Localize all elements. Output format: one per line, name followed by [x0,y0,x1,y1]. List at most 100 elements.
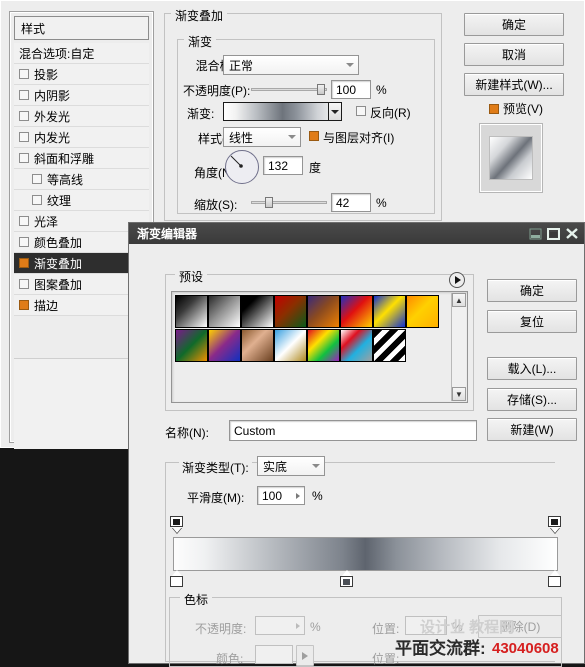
presets-scrollbar[interactable]: ▲ ▼ [451,293,466,401]
watermark-number: 43040608 [492,640,559,657]
preset-swatch-transparent-stripes[interactable] [373,329,406,362]
blend-mode-select[interactable]: 正常 [223,55,359,75]
opacity-slider-thumb[interactable] [317,84,325,95]
preview-thumbnail [489,136,533,180]
preset-swatch-blue-yellow-blue[interactable] [373,295,406,328]
style-list-item-5[interactable]: 斜面和浮雕 [14,148,149,169]
stop-opacity-input[interactable] [255,616,305,635]
style-item-checkbox[interactable] [19,90,29,100]
stop-color-label: 颜色: [216,652,244,666]
close-icon[interactable] [564,227,579,241]
angle-dial[interactable] [225,150,259,184]
preset-swatch-foreground-to-background[interactable] [175,295,208,328]
preset-swatch-chrome[interactable] [274,329,307,362]
gradient-preview-swatch[interactable] [223,102,342,121]
gradient-type-select[interactable]: 实底 [257,456,325,476]
ge-reset-button[interactable]: 复位 [487,310,577,333]
preset-swatch-black-white[interactable] [241,295,274,328]
style-item-checkbox[interactable] [19,132,29,142]
watermark-text: 平面交流群: [395,639,486,658]
ge-save-button[interactable]: 存储(S)... [487,388,577,411]
presets-list[interactable]: ▲ ▼ [171,291,468,403]
style-item-checkbox[interactable] [32,174,42,184]
style-item-checkbox[interactable] [19,237,29,247]
style-item-label: 内阴影 [34,88,71,103]
scale-label: 缩放(S): [194,198,238,212]
stop-color-dropdown[interactable] [296,645,314,666]
style-item-checkbox[interactable] [32,195,42,205]
preset-swatch-violet-orange[interactable] [307,295,340,328]
reverse-checkbox[interactable] [356,106,366,116]
style-item-checkbox[interactable] [19,153,29,163]
ge-load-button[interactable]: 载入(L)... [487,357,577,380]
scale-slider[interactable] [251,197,327,208]
preset-swatch-red-green[interactable] [274,295,307,328]
opacity-input[interactable]: 100 [331,80,371,99]
stop-color-swatch[interactable] [255,645,293,664]
opacity-stop-left[interactable] [170,516,183,533]
ge-new-button[interactable]: 新建(W) [487,418,577,441]
color-stop-left[interactable] [170,570,183,587]
preset-swatch-transparent-rainbow[interactable] [340,329,373,362]
style-item-checkbox[interactable] [19,216,29,226]
chevron-right-icon[interactable] [296,622,300,629]
gradient-editor-titlebar[interactable]: 渐变编辑器 [129,223,584,244]
style-list-item-0[interactable]: 混合选项:自定 [14,43,149,64]
cancel-button[interactable]: 取消 [464,43,564,66]
style-item-label: 纹理 [47,193,72,208]
presets-menu-button[interactable] [449,272,465,288]
opacity-slider[interactable] [251,84,327,95]
smoothness-input[interactable]: 100 [257,486,305,505]
scale-input[interactable]: 42 [331,193,371,212]
opacity-value: 100 [336,82,357,97]
style-list-item-4[interactable]: 内发光 [14,127,149,148]
gradient-style-value: 线性 [229,130,254,145]
style-list-item-3[interactable]: 外发光 [14,106,149,127]
scroll-down-button[interactable]: ▼ [452,387,466,401]
name-value: Custom [234,423,276,438]
style-item-checkbox[interactable] [19,258,29,268]
preview-checkbox[interactable] [489,103,499,114]
style-item-checkbox[interactable] [19,279,29,289]
style-list-item-1[interactable]: 投影 [14,64,149,85]
style-item-label: 图案叠加 [34,277,83,292]
scale-value: 42 [336,195,350,210]
ge-ok-button[interactable]: 确定 [487,279,577,302]
ok-button[interactable]: 确定 [464,13,564,36]
color-stop-swatch [170,576,183,587]
preset-swatch-violet-green-orange[interactable] [175,329,208,362]
align-with-layer-checkbox[interactable] [309,131,319,141]
name-input[interactable]: Custom [229,420,477,441]
gradient-type-value: 实底 [263,459,288,474]
gradient-strip[interactable] [173,537,558,571]
smoothness-value: 100 [262,488,283,503]
gradient-style-select[interactable]: 线性 [223,127,301,147]
preset-swatch-foreground-to-transparent[interactable] [208,295,241,328]
chevron-right-icon[interactable] [296,492,300,499]
scale-slider-thumb[interactable] [265,197,273,208]
new-style-button[interactable]: 新建样式(W)... [464,73,564,96]
triangle-right-icon [455,276,461,284]
minimize-icon[interactable] [528,227,543,241]
color-stop-middle[interactable] [340,570,353,587]
preview-toggle[interactable]: 预览(V) [489,100,543,117]
style-item-checkbox[interactable] [19,69,29,79]
opacity-stop-right[interactable] [548,516,561,533]
angle-dial-needle [230,155,243,168]
style-item-checkbox[interactable] [19,300,29,310]
style-item-checkbox[interactable] [19,111,29,121]
opacity-stop-swatch [170,516,183,527]
maximize-icon[interactable] [546,227,561,241]
preset-swatch-yellow-violet-blue[interactable] [208,329,241,362]
gradient-dropdown-button[interactable] [328,102,342,121]
preset-swatch-orange-yellow-orange[interactable] [406,295,439,328]
style-list-item-7[interactable]: 纹理 [14,190,149,211]
color-stop-right[interactable] [548,570,561,587]
preset-swatch-blue-red-yellow[interactable] [340,295,373,328]
preset-swatch-spectrum[interactable] [307,329,340,362]
scroll-up-button[interactable]: ▲ [452,293,466,307]
style-list-item-2[interactable]: 内阴影 [14,85,149,106]
angle-input[interactable]: 132 [263,156,303,175]
preset-swatch-copper[interactable] [241,329,274,362]
style-list-item-6[interactable]: 等高线 [14,169,149,190]
